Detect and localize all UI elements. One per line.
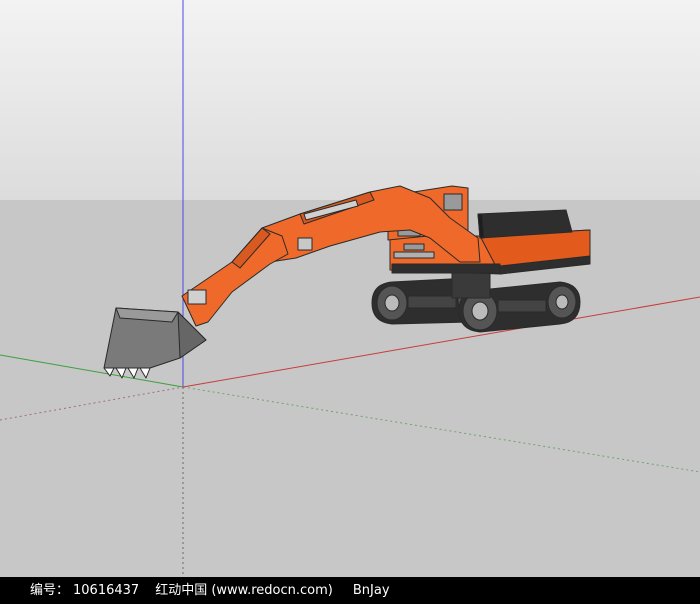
footer-author: BnJay xyxy=(352,583,390,598)
sketchup-viewport[interactable] xyxy=(0,0,700,577)
sky-background xyxy=(0,0,700,200)
ground-plane xyxy=(0,200,700,577)
footer-id-value: 10616437 xyxy=(73,583,140,598)
footer-id-label: 编号： xyxy=(30,583,70,598)
footer-site: 红动中国 (www.redocn.com) xyxy=(155,583,333,598)
watermark-footer: 编号： 10616437 红动中国 (www.redocn.com) BnJay xyxy=(0,577,700,604)
